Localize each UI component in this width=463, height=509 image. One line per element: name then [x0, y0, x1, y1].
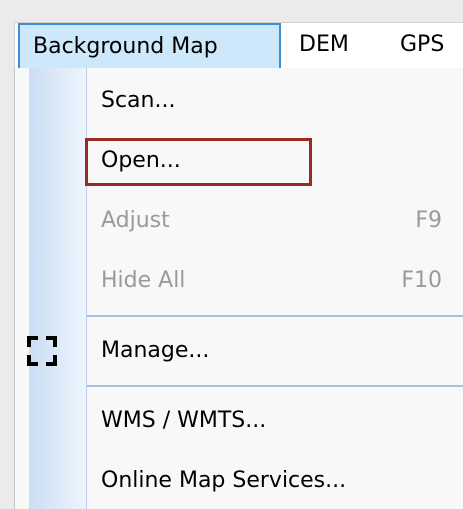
menu-bar: Background Map DEM GPS — [14, 22, 463, 69]
menu-background-map[interactable]: Background Map — [18, 23, 281, 69]
menu-item-scan[interactable]: Scan... — [15, 76, 463, 126]
shortcut-label: F10 — [401, 268, 442, 293]
background-map-dropdown: Scan... Open... Adjust F9 Hide All F10 M… — [14, 68, 463, 509]
menu-item-label: Adjust — [101, 208, 170, 233]
menu-separator — [87, 315, 463, 317]
menu-item-hide-all[interactable]: Hide All F10 — [15, 256, 463, 306]
menu-item-online-map-services[interactable]: Online Map Services... — [15, 456, 463, 506]
menu-item-label: Scan... — [101, 88, 176, 113]
shortcut-label: F9 — [415, 208, 442, 233]
menu-item-wms-wmts[interactable]: WMS / WMTS... — [15, 396, 463, 446]
menu-dem[interactable]: DEM — [299, 23, 349, 69]
menu-item-label: WMS / WMTS... — [101, 408, 267, 433]
menu-separator — [87, 385, 463, 387]
menu-item-manage[interactable]: Manage... — [15, 326, 463, 376]
menu-item-label: Hide All — [101, 268, 186, 293]
menu-item-label: Online Map Services... — [101, 468, 347, 493]
menu-item-label: Manage... — [101, 338, 210, 363]
menu-gps[interactable]: GPS — [400, 23, 444, 69]
menu-item-adjust[interactable]: Adjust F9 — [15, 196, 463, 246]
highlight-box — [85, 138, 312, 186]
